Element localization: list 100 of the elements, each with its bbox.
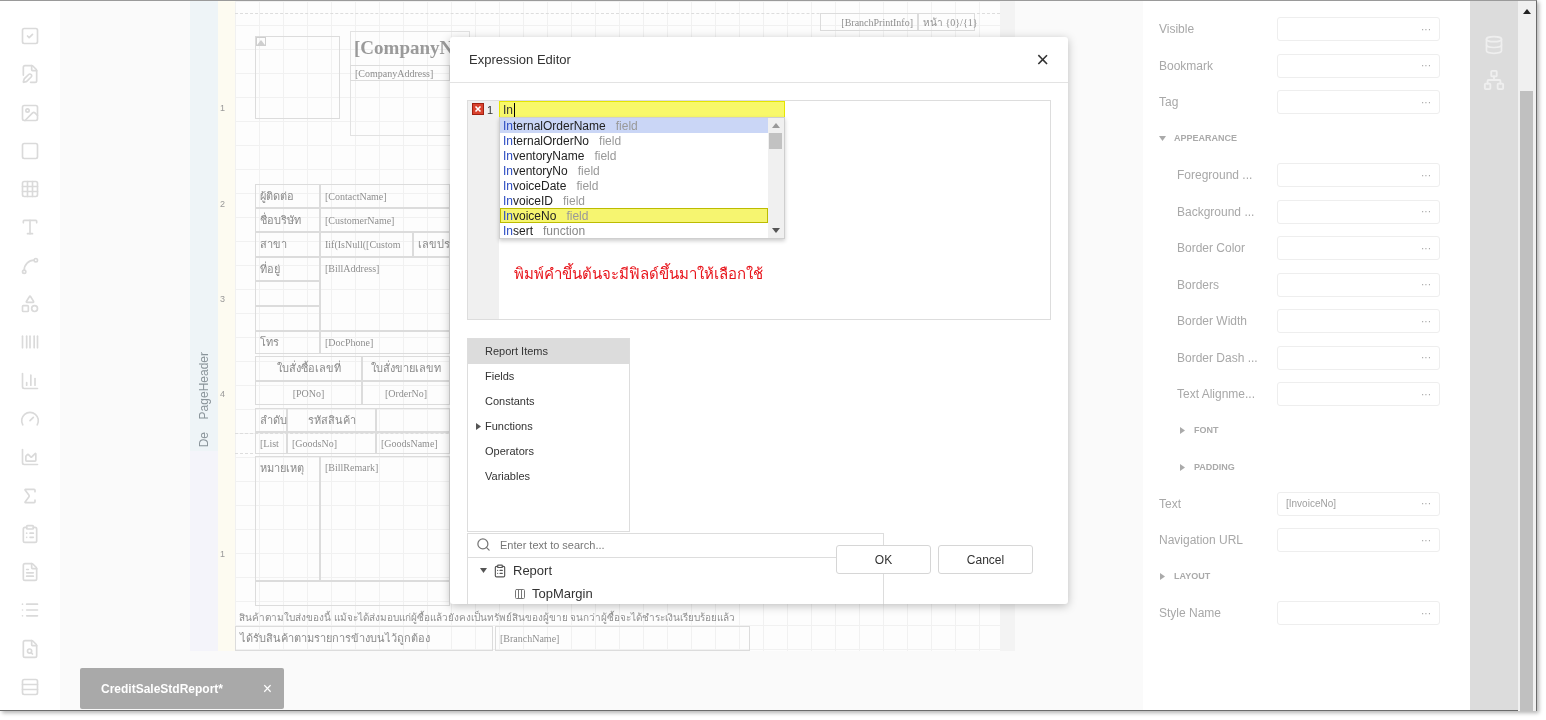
tree-item[interactable]: TopMargin: [532, 583, 593, 604]
autocomplete-item[interactable]: InventoryName field: [500, 148, 768, 163]
category-item[interactable]: Operators: [468, 439, 629, 464]
property-label: Text Alignme...: [1176, 386, 1257, 404]
property-label: Bookmark: [1158, 57, 1215, 75]
property-label: Border Width: [1176, 313, 1249, 331]
property-field[interactable]: ···: [1277, 345, 1440, 370]
report-field: [ContactName]: [320, 184, 450, 208]
ellipsis-button[interactable]: ···: [1421, 386, 1431, 402]
report-field: [BranchPrintInfo]: [820, 13, 918, 31]
property-label: Border Color: [1176, 240, 1247, 258]
band-icon: [514, 587, 526, 600]
property-label: Foreground ...: [1176, 167, 1254, 185]
square-icon[interactable]: [20, 140, 40, 161]
ellipsis-button[interactable]: ···: [1421, 605, 1431, 621]
category-item[interactable]: Functions: [468, 414, 629, 439]
report-label: หมายเหตุ: [255, 456, 320, 581]
ellipsis-button[interactable]: ···: [1421, 313, 1431, 329]
autocomplete-item[interactable]: InvoiceID field: [500, 193, 768, 208]
grid-icon[interactable]: [20, 179, 40, 200]
ok-button[interactable]: OK: [836, 545, 931, 574]
ruler-number: 3: [220, 293, 225, 306]
cancel-button[interactable]: Cancel: [938, 545, 1033, 574]
property-field[interactable]: ···: [1277, 601, 1440, 626]
property-field[interactable]: ···: [1277, 309, 1440, 334]
line-icon[interactable]: [20, 255, 40, 276]
report-field: [BillRemark]: [320, 456, 450, 581]
ellipsis-button[interactable]: ···: [1421, 496, 1431, 512]
autocomplete-item[interactable]: InvoiceNo field: [500, 208, 768, 223]
report-label: เลขปร: [413, 232, 450, 257]
section-title[interactable]: APPEARANCE: [1174, 132, 1237, 146]
ellipsis-button[interactable]: ···: [1421, 167, 1431, 183]
checkbox-icon[interactable]: [20, 26, 40, 46]
report-field: [CustomerName]: [320, 208, 450, 232]
search-icon: [476, 537, 491, 552]
text-icon[interactable]: [20, 217, 40, 238]
property-field[interactable]: ···: [1277, 272, 1440, 297]
ellipsis-button[interactable]: ···: [1421, 204, 1431, 220]
rows-icon[interactable]: [20, 677, 40, 698]
tree-item[interactable]: Report: [513, 560, 553, 581]
clipboard-icon[interactable]: [20, 523, 40, 544]
ellipsis-button[interactable]: ···: [1421, 240, 1431, 256]
report-label: ที่อยู่: [255, 257, 320, 281]
ellipsis-button[interactable]: ···: [1421, 532, 1431, 548]
close-icon[interactable]: ×: [262, 676, 272, 701]
ellipsis-button[interactable]: ···: [1421, 58, 1431, 74]
property-label: Borders: [1176, 276, 1221, 294]
report-label: ลำดับ: [255, 408, 287, 432]
document-edit-icon[interactable]: [20, 64, 40, 85]
report-field: [CompanyAddress]: [350, 65, 450, 81]
close-button[interactable]: ×: [1036, 48, 1049, 71]
property-field[interactable]: ···: [1277, 199, 1440, 224]
document-icon[interactable]: [20, 562, 40, 583]
property-field[interactable]: ···: [1277, 236, 1440, 261]
ruler-number: 2: [220, 198, 225, 211]
property-label: Style Name: [1158, 605, 1223, 623]
property-label: Tag: [1158, 94, 1180, 112]
ellipsis-button[interactable]: ···: [1421, 21, 1431, 37]
caret-right-icon[interactable]: [475, 423, 482, 430]
image-icon[interactable]: [20, 102, 40, 123]
dialog-title: Expression Editor: [469, 50, 571, 69]
document-search-icon[interactable]: [20, 638, 40, 659]
autocomplete-item[interactable]: InventoryNo field: [500, 163, 768, 178]
ellipsis-button[interactable]: ···: [1421, 277, 1431, 293]
category-item[interactable]: Variables: [468, 464, 629, 489]
report-field: [GoodsName]: [376, 432, 450, 454]
category-item[interactable]: Report Items: [468, 339, 629, 364]
section-title[interactable]: PADDING: [1194, 460, 1235, 474]
report-label: ได้รับสินค้าตามรายการข้างบนไว้ถูกต้อง: [235, 626, 493, 651]
clipboard-icon: [493, 563, 507, 578]
ellipsis-button[interactable]: ···: [1421, 350, 1431, 366]
shapes-icon[interactable]: [20, 294, 40, 315]
autocomplete-item[interactable]: InternalOrderNo field: [500, 133, 768, 148]
property-field[interactable]: ···: [1277, 17, 1440, 42]
report-title: [CompanyN: [353, 35, 450, 60]
autocomplete-item[interactable]: InternalOrderName field: [500, 118, 768, 133]
section-title[interactable]: FONT: [1194, 424, 1219, 438]
property-field[interactable]: ···: [1277, 528, 1440, 553]
report-label: สาขา: [255, 232, 320, 257]
property-field[interactable]: ···: [1277, 382, 1440, 407]
property-label: Visible: [1158, 21, 1196, 39]
bar-chart-icon[interactable]: [20, 370, 40, 391]
property-field[interactable]: [InvoiceNo] ···: [1277, 491, 1440, 516]
category-item[interactable]: Fields: [468, 364, 629, 389]
scrollbar[interactable]: [768, 118, 784, 238]
report-field: [OrderNo]: [362, 381, 450, 405]
scrollbar[interactable]: [1518, 1, 1536, 711]
ellipsis-button[interactable]: ···: [1421, 94, 1431, 110]
property-field[interactable]: ···: [1277, 163, 1440, 188]
area-chart-icon[interactable]: [20, 447, 40, 468]
section-title[interactable]: LAYOUT: [1174, 570, 1211, 584]
property-field[interactable]: ···: [1277, 90, 1440, 115]
image-placeholder-icon: [256, 37, 266, 46]
autocomplete-item[interactable]: Insert function: [500, 223, 768, 238]
document-tab[interactable]: CreditSaleStdReport* ×: [80, 668, 284, 709]
category-item[interactable]: Constants: [468, 389, 629, 414]
caret-down-icon[interactable]: [480, 567, 487, 574]
autocomplete-item[interactable]: InvoiceDate field: [500, 178, 768, 193]
property-field[interactable]: ···: [1277, 53, 1440, 78]
report-field: [BranchName]: [495, 626, 750, 651]
